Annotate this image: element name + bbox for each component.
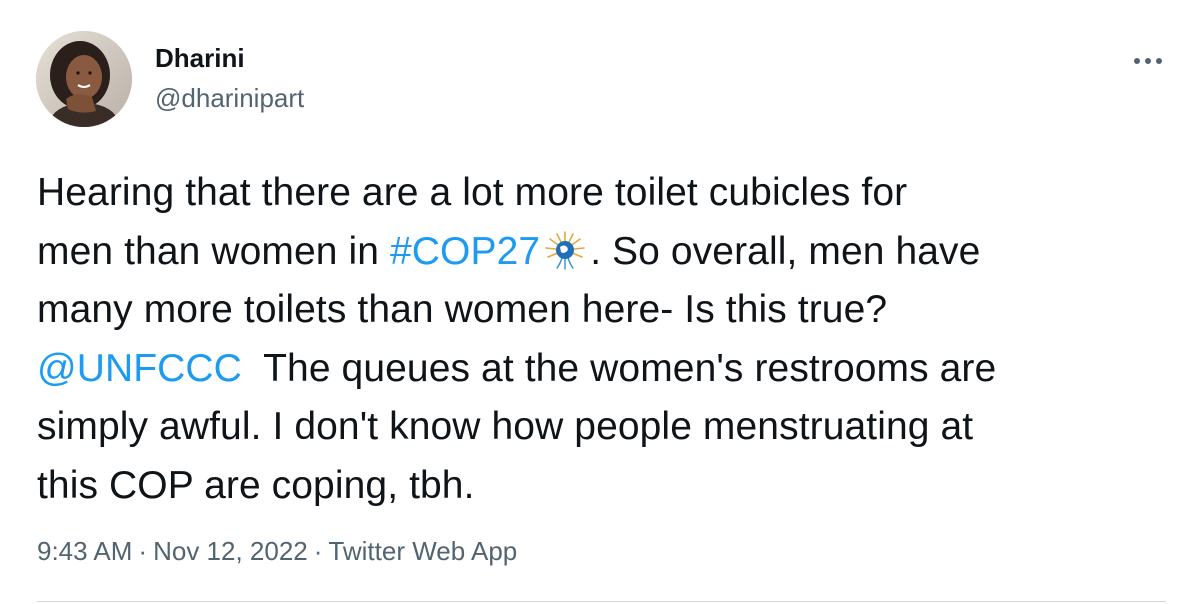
tweet-card: Dharini @dharinipart Hearing that there … <box>0 0 1202 604</box>
author-name[interactable]: Dharini <box>155 42 245 74</box>
tweet-metadata: 9:43 AM · Nov 12, 2022 · Twitter Web App <box>37 531 517 571</box>
tweet-text-segment: Hearing that there are a lot more toilet… <box>37 171 908 214</box>
divider <box>37 601 1166 602</box>
tweet-text-segment: this COP are coping, tbh. <box>37 463 475 507</box>
more-options-icon <box>1134 58 1162 64</box>
cop27-hashflag-icon <box>540 228 590 272</box>
tweet-source[interactable]: Twitter Web App <box>328 536 517 566</box>
more-options-button[interactable] <box>1126 46 1170 76</box>
tweet-time[interactable]: 9:43 AM <box>37 536 132 566</box>
tweet-line-5: simply awful. I don't know how people me… <box>37 398 1177 457</box>
hashtag-link[interactable]: #COP27 <box>390 230 540 273</box>
tweet-text-segment: . So overall, men have <box>590 229 981 273</box>
avatar[interactable] <box>36 31 132 127</box>
tweet-line-3: many more toilets than women here- Is th… <box>37 281 1177 340</box>
tweet-line-6: this COP are coping, tbh. <box>37 457 1177 516</box>
tweet-text-segment: simply awful. I don't know how people me… <box>37 405 974 448</box>
tweet-text-segment: many more toilets than women here- Is th… <box>37 288 888 331</box>
author-handle[interactable]: @dharinipart <box>155 82 304 114</box>
tweet-line-4: @UNFCCC The queues at the women's restro… <box>37 340 1177 399</box>
separator: · <box>138 536 148 566</box>
mention-link[interactable]: @UNFCCC <box>37 347 242 390</box>
tweet-line-2: men than women in #COP27 . So overall, m… <box>37 223 1177 282</box>
tweet-text: Hearing that there are a lot more toilet… <box>37 164 1177 515</box>
tweet-text-segment: men than women in <box>37 229 390 273</box>
tweet-date[interactable]: Nov 12, 2022 <box>153 536 308 566</box>
separator: · <box>313 536 323 566</box>
tweet-text-segment: The queues at the women's restrooms are <box>241 346 997 390</box>
tweet-line-1: Hearing that there are a lot more toilet… <box>37 164 1177 223</box>
